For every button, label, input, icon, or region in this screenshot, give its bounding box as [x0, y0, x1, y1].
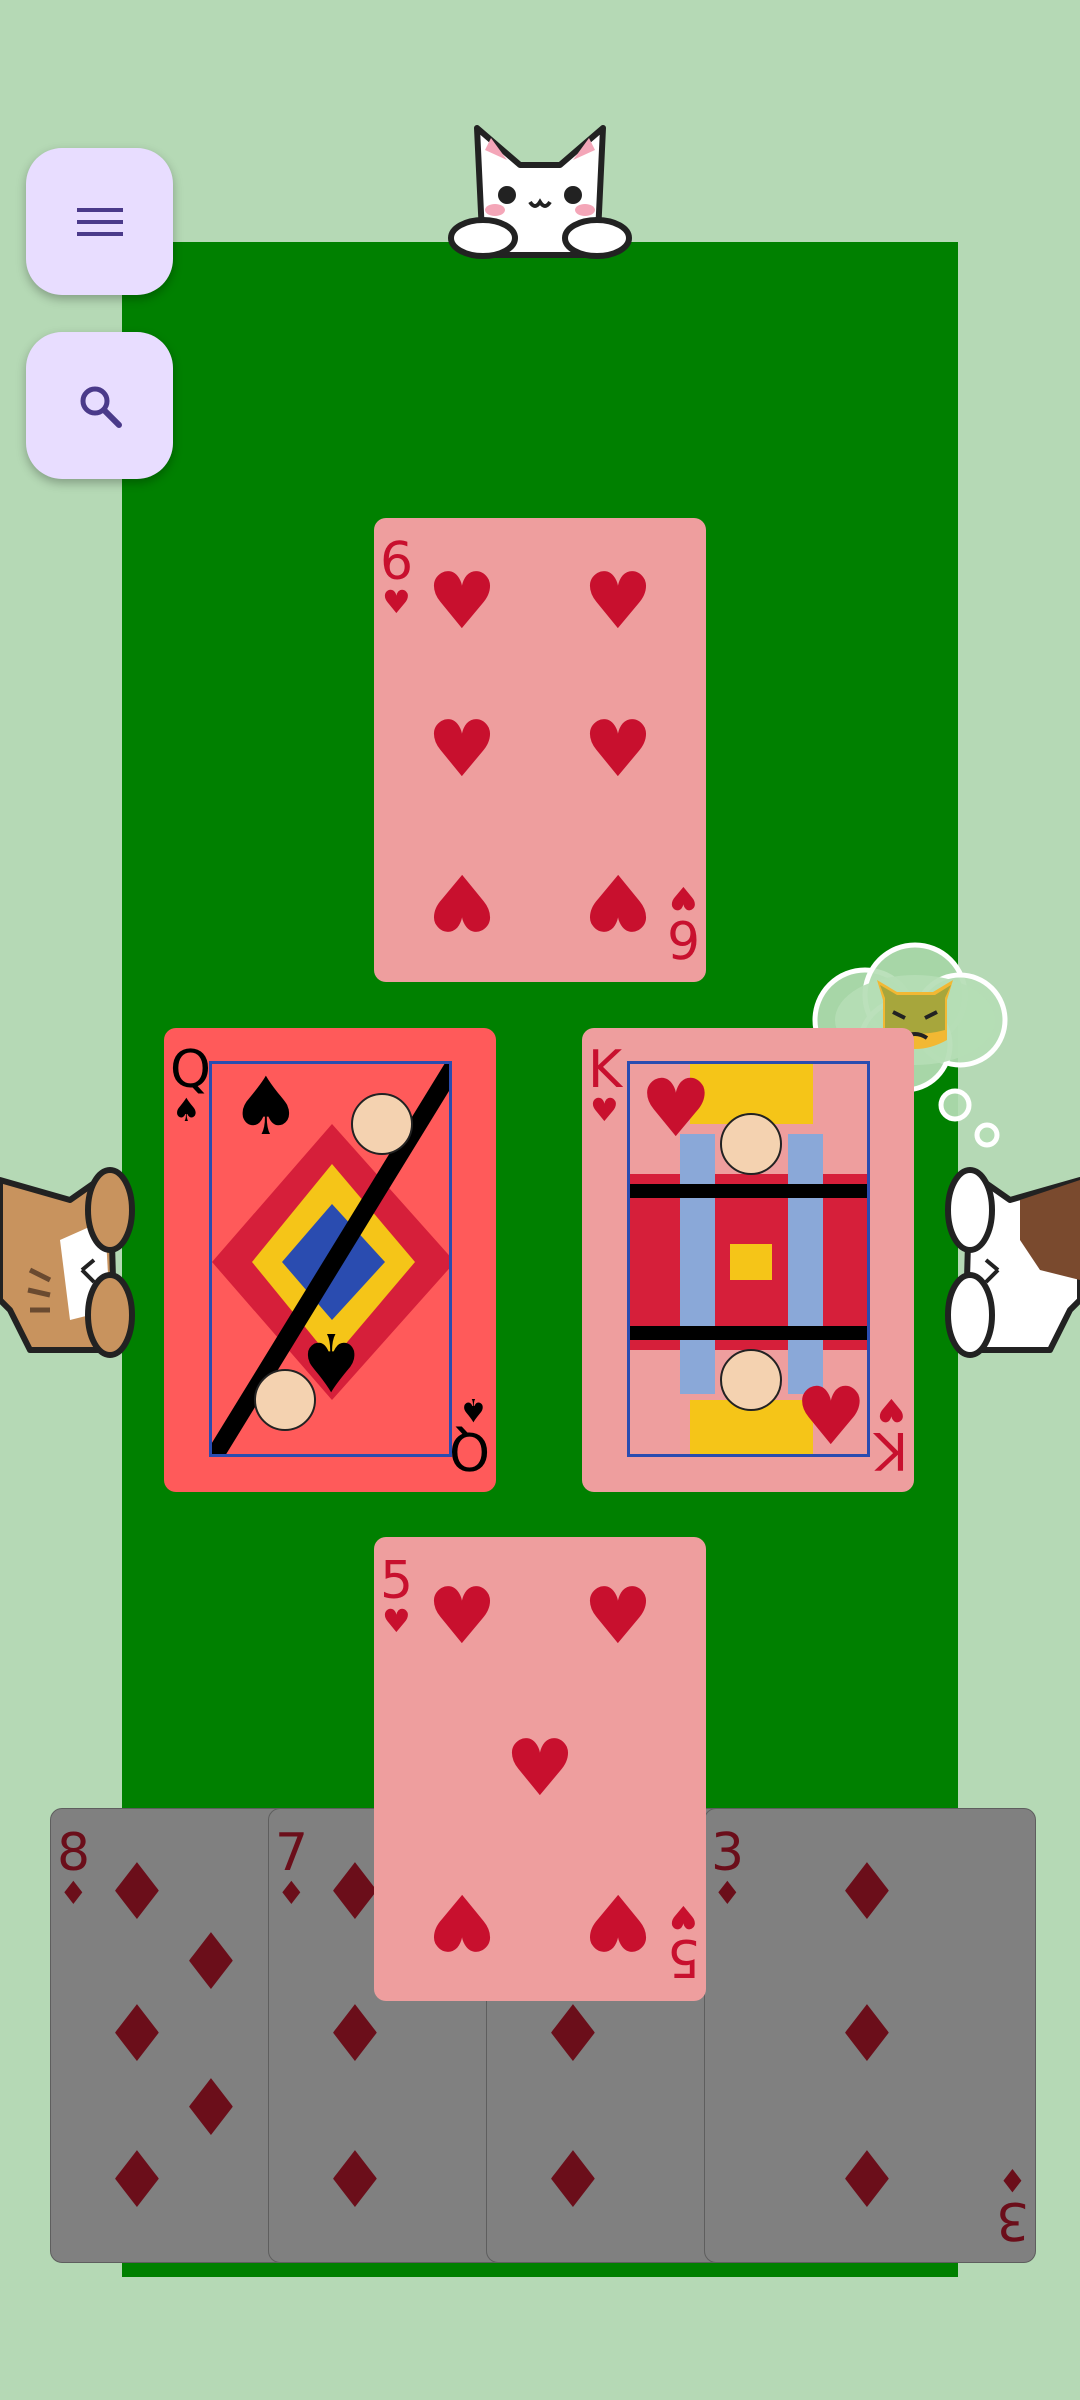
suit-pip: ♥ — [427, 856, 497, 946]
suit-pip: ♦ — [538, 1990, 608, 2080]
suit-pip: ♦ — [320, 2136, 390, 2226]
card-rank: K — [588, 1040, 623, 1100]
card-rank: 8 — [57, 1823, 91, 1883]
card-rank: 7 — [275, 1823, 309, 1883]
hand-card-4[interactable]: 3 ♦ 3 ♦ ♦ ♦ ♦ — [704, 1808, 1036, 2263]
svg-text:♥: ♥ — [640, 1064, 712, 1155]
suit-pip: ♥ — [583, 856, 653, 946]
suit-pip: ♦ — [832, 1990, 902, 2080]
suit-pip: ♥ — [427, 557, 497, 647]
card-suit: ♥ — [382, 583, 411, 621]
suit-pip: ♦ — [102, 2136, 172, 2226]
card-suit-bottom: ♠ — [459, 1391, 488, 1429]
card-rank: 5 — [380, 1551, 414, 1611]
card-suit: ♠ — [172, 1091, 201, 1129]
suit-pip: ♦ — [176, 2064, 246, 2154]
card-rank-bottom: 5 — [666, 1927, 700, 1987]
suit-pip: ♦ — [102, 1848, 172, 1938]
trick-card-left: Q ♠ Q ♠ ♠ ♠ — [164, 1028, 496, 1492]
suit-pip: ♦ — [320, 1990, 390, 2080]
card-rank-bottom: 3 — [995, 2190, 1029, 2250]
card-rank-bottom: 6 — [666, 908, 700, 968]
card-suit: ♦ — [59, 1874, 88, 1912]
top-player-avatar — [448, 125, 632, 259]
search-button[interactable] — [26, 332, 173, 479]
svg-text:♠: ♠ — [230, 1064, 302, 1153]
card-suit-bottom: ♦ — [998, 2161, 1027, 2199]
card-suit-bottom: ♥ — [877, 1391, 906, 1429]
suit-pip: ♥ — [505, 1724, 575, 1814]
hamburger-menu-icon — [76, 207, 123, 236]
card-suit: ♦ — [713, 1874, 742, 1912]
card-rank: Q — [170, 1040, 211, 1100]
suit-pip: ♥ — [427, 705, 497, 795]
menu-button[interactable] — [26, 148, 173, 295]
search-icon — [80, 386, 122, 428]
suit-pip: ♦ — [538, 2136, 608, 2226]
card-suit-bottom: ♥ — [669, 879, 698, 917]
suit-pip: ♦ — [102, 1990, 172, 2080]
suit-pip: ♥ — [583, 1876, 653, 1966]
trick-card-bottom: 5 ♥ 5 ♥ ♥ ♥ ♥ ♥ ♥ — [374, 1537, 706, 2001]
suit-pip: ♦ — [832, 2136, 902, 2226]
card-rank: 6 — [380, 532, 414, 592]
card-rank: 3 — [711, 1823, 745, 1883]
card-suit: ♥ — [590, 1091, 619, 1129]
suit-pip: ♥ — [583, 1572, 653, 1662]
svg-text:♥: ♥ — [795, 1370, 867, 1457]
left-player-avatar — [0, 1167, 135, 1358]
svg-text:♠: ♠ — [295, 1315, 367, 1408]
suit-pip: ♥ — [583, 557, 653, 647]
king-of-hearts-face-art: ♥ ♥ — [627, 1061, 870, 1457]
queen-of-spades-face-art: ♠ ♠ — [209, 1061, 452, 1457]
card-suit-bottom: ♥ — [669, 1898, 698, 1936]
trick-card-right: K ♥ K ♥ ♥ ♥ — [582, 1028, 914, 1492]
card-rank-bottom: Q — [449, 1420, 490, 1480]
trick-card-top: 6 ♥ 6 ♥ ♥ ♥ ♥ ♥ ♥ ♥ — [374, 518, 706, 982]
suit-pip: ♦ — [176, 1918, 246, 2008]
suit-pip: ♥ — [427, 1572, 497, 1662]
right-player-avatar — [945, 1167, 1080, 1358]
suit-pip: ♦ — [832, 1848, 902, 1938]
card-suit: ♦ — [277, 1874, 306, 1912]
card-rank-bottom: K — [873, 1420, 908, 1480]
suit-pip: ♥ — [583, 705, 653, 795]
card-suit: ♥ — [382, 1602, 411, 1640]
suit-pip: ♥ — [427, 1876, 497, 1966]
